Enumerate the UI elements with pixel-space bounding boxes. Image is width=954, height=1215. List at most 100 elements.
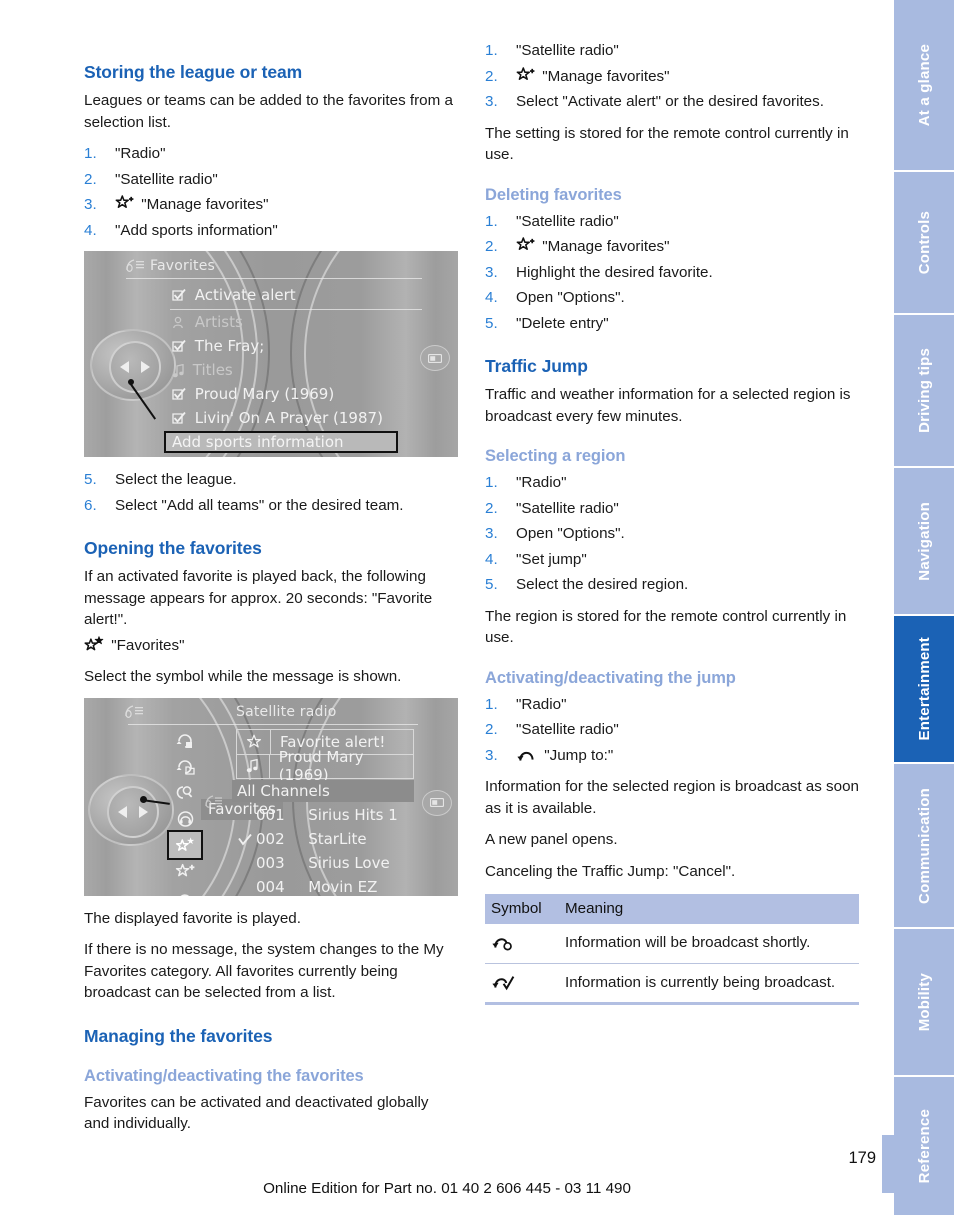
antenna-list-icon: [125, 258, 145, 273]
list-item: 5. "Delete entry": [485, 313, 859, 335]
list-item[interactable]: Livin' On A Prayer (1987): [172, 409, 383, 427]
after-display-paragraph-1: The displayed favorite is played.: [84, 909, 301, 927]
list-item: 2. "Manage favorites": [485, 66, 859, 88]
step-number: 2.: [485, 67, 498, 85]
step-number: 1.: [485, 474, 498, 491]
after-display-paragraph-2: If there is no message, the system chang…: [84, 941, 444, 1001]
step-number: 3.: [485, 746, 498, 764]
repeat-folder-icon[interactable]: [170, 754, 200, 780]
table-row[interactable]: 004 Movin EZ: [256, 878, 377, 896]
step-number: 4.: [485, 289, 498, 306]
list-item: 5. Select the desired region.: [485, 574, 859, 596]
selected-menu-entry[interactable]: Add sports information: [164, 431, 398, 453]
table-row: Information will be broadcast shortly.: [485, 924, 859, 964]
display-title: Satellite radio: [236, 703, 337, 720]
column-header-symbol: Symbol: [485, 894, 559, 924]
step-number: 4.: [84, 221, 97, 239]
channel-number: 002: [256, 829, 285, 848]
step-number: 1.: [84, 145, 97, 162]
sidebar-item-navigation[interactable]: Navigation: [894, 468, 954, 616]
list-item[interactable]: Titles: [172, 361, 233, 379]
opening-paragraph-1: If an activated favorite is played back,…: [84, 568, 433, 628]
step-text: Select "Add all teams" or the desired te…: [115, 496, 404, 514]
list-item: 4. Open "Options".: [485, 287, 859, 309]
step-text: "Satellite radio": [115, 170, 218, 188]
step-number: 2.: [485, 238, 498, 255]
star-plus-icon: [115, 195, 134, 212]
list-item[interactable]: Artists: [172, 313, 243, 331]
list-item: 5. Select the league.: [84, 469, 458, 491]
list-item: 2. "Satellite radio": [84, 169, 458, 191]
step-number: 2.: [485, 499, 498, 517]
page-number: 179: [848, 1149, 876, 1167]
star-plus-icon: [516, 66, 535, 84]
sidebar-item-entertainment[interactable]: Entertainment: [894, 616, 954, 764]
step-text: Select "Activate alert" or the desired f…: [516, 93, 824, 110]
star-star-icon[interactable]: [167, 829, 203, 860]
step-number: 2.: [84, 170, 97, 188]
managing-paragraph: Favorites can be activated and deactivat…: [84, 1093, 429, 1133]
step-text: Open "Options".: [516, 289, 625, 306]
repeat-track-icon[interactable]: [170, 728, 200, 754]
deleting-favorites-steps: 1. "Satellite radio" 2. "Manage favorite…: [485, 211, 859, 335]
list-item[interactable]: Activate alert: [172, 286, 296, 304]
sidebar-item-communication[interactable]: Communication: [894, 764, 954, 929]
activating-jump-paragraph-1: Information for the selected region is b…: [485, 778, 859, 817]
channel-name: Sirius Love: [308, 853, 390, 872]
storing-steps-list: 1. "Radio" 2. "Satellite radio" 3. "Mana…: [84, 143, 458, 241]
favorites-symbol-line: "Favorites": [84, 635, 458, 657]
activating-jump-steps: 1. "Radio" 2. "Satellite radio" 3. "Jump…: [485, 694, 859, 767]
list-header-all-channels[interactable]: All Channels: [232, 779, 414, 802]
star-plus-icon[interactable]: [170, 858, 200, 884]
step-text: "Satellite radio": [516, 499, 619, 517]
list-item: 3. "Manage favorites": [84, 194, 458, 216]
note-icon: [237, 754, 270, 778]
table-row[interactable]: 001 Sirius Hits 1: [256, 806, 398, 824]
jump-arc-icon[interactable]: [170, 884, 200, 896]
display-mode-badge: [420, 345, 450, 371]
list-item[interactable]: The Fray;: [172, 337, 264, 355]
search-icon[interactable]: [170, 780, 200, 806]
table-row: Information is currently being broadcast…: [485, 963, 859, 1005]
step-number: 1.: [485, 212, 498, 230]
list-item-label: Proud Mary (1969): [194, 385, 335, 403]
list-item-label: Livin' On A Prayer (1987): [194, 409, 383, 427]
subheading-activating-deactivating-favorites: Activating/deactivating the favorites: [84, 1066, 364, 1085]
sidebar-item-controls[interactable]: Controls: [894, 172, 954, 315]
symbol-cell: [485, 924, 559, 964]
headphones-icon[interactable]: [170, 806, 200, 832]
callout-dot: [140, 795, 147, 803]
sidebar-item-mobility[interactable]: Mobility: [894, 929, 954, 1077]
step-number: 5.: [84, 471, 97, 488]
step-text: "Radio": [516, 474, 567, 491]
list-item[interactable]: Proud Mary (1969): [172, 385, 334, 403]
channel-name: StarLite: [308, 829, 367, 848]
step-number: 5.: [485, 576, 498, 593]
step-text: Select the desired region.: [516, 576, 689, 593]
step-text: "Set jump": [516, 550, 587, 568]
divider: [170, 309, 422, 310]
star-outline-icon: [237, 729, 271, 754]
favorites-symbol-label: "Favorites": [111, 636, 185, 654]
subheading-activating-deactivating-jump: Activating/deactivating the jump: [485, 668, 736, 687]
list-item: 2. "Manage favorites": [485, 236, 859, 258]
footer-note: Online Edition for Part no. 01 40 2 606 …: [263, 1180, 631, 1197]
sidebar-item-at-a-glance[interactable]: At a glance: [894, 0, 954, 172]
checkbox-checked-icon: [172, 289, 187, 303]
table-row[interactable]: 003 Sirius Love: [256, 854, 390, 872]
step-number: 3.: [485, 263, 498, 281]
jump-clock-icon: [491, 932, 517, 951]
table-row[interactable]: 002 StarLite: [256, 830, 367, 848]
sidebar-item-driving-tips[interactable]: Driving tips: [894, 315, 954, 468]
sidebar-item-label: Reference: [915, 1108, 933, 1184]
opening-paragraph-2: Select the symbol while the message is s…: [84, 668, 402, 685]
heading-storing-league: Storing the league or team: [84, 62, 303, 82]
heading-managing-favorites: Managing the favorites: [84, 1025, 273, 1046]
checkbox-checked-icon: [172, 340, 187, 354]
right-arrow-icon: [139, 805, 148, 818]
display-screenshot-satellite-radio: Satellite radio Favorites Favorite alert…: [84, 697, 458, 896]
antenna-list-icon: [124, 704, 144, 719]
list-item-label: Activate alert: [194, 286, 296, 304]
step-text: Select the league.: [115, 471, 237, 488]
channel-number: 001: [256, 805, 285, 824]
